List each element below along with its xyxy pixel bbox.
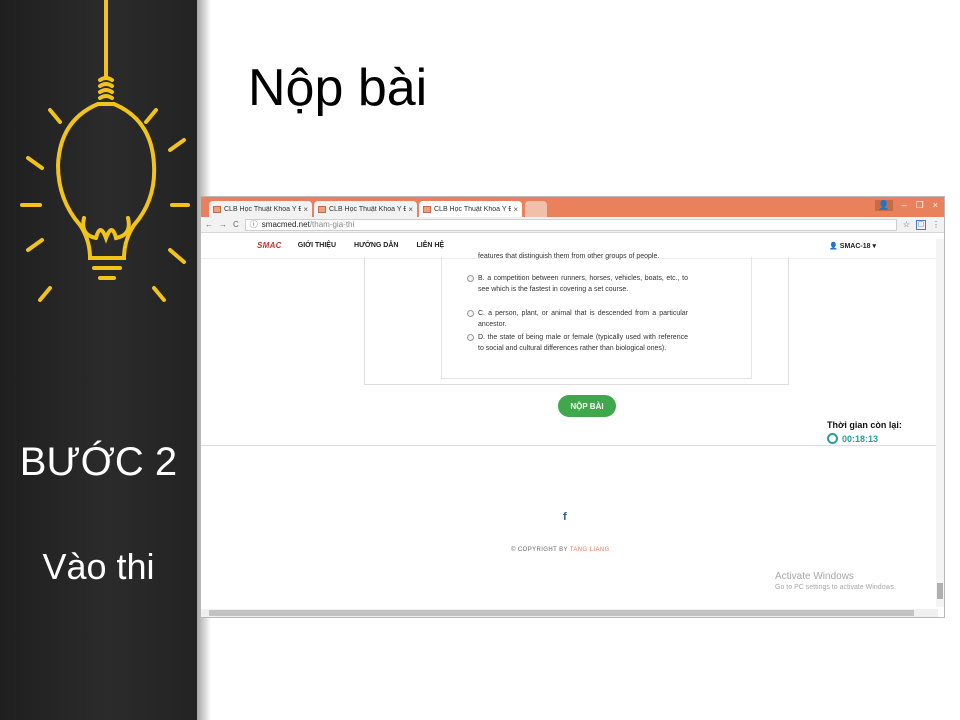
tab-title: CLB Học Thuật Khoa Y Đ — [329, 205, 407, 213]
address-bar: ← → C ⓘ smacmed.net/tham-gia-thi ☆ ▢ ⋮ — [201, 217, 944, 233]
browser-tab-active[interactable]: CLB Học Thuật Khoa Y Đ × — [419, 201, 522, 217]
horizontal-scrollbar[interactable] — [201, 609, 938, 617]
site-favicon-icon — [213, 205, 221, 213]
window-controls: 👤 – ❐ × — [875, 200, 938, 211]
scroll-thumb[interactable] — [937, 583, 943, 599]
option-d[interactable]: D. the state of being male or female (ty… — [467, 332, 688, 354]
vertical-scrollbar[interactable] — [936, 239, 944, 607]
radio-option-d[interactable] — [467, 334, 474, 341]
copyright-author[interactable]: TANG LIANG — [570, 547, 610, 553]
divider — [201, 445, 936, 446]
close-tab-icon[interactable]: × — [303, 205, 308, 214]
user-menu[interactable]: 👤 SMAC-18 ▾ — [829, 242, 876, 250]
timer-value: 00:18:13 — [842, 433, 879, 444]
site-favicon-icon — [423, 205, 431, 213]
url-path: /tham-gia-thi — [309, 220, 355, 229]
countdown-timer: 00:18:13 — [827, 433, 878, 444]
nav-lien-he[interactable]: LIÊN HỆ — [416, 242, 444, 249]
nav-huong-dan[interactable]: HƯỚNG DẪN — [354, 242, 398, 249]
site-logo[interactable]: SMAC — [257, 241, 282, 250]
option-c[interactable]: C. a person, plant, or animal that is de… — [467, 308, 688, 330]
close-tab-icon[interactable]: × — [513, 205, 518, 214]
option-d-text: D. the state of being male or female (ty… — [478, 334, 688, 352]
scroll-thumb[interactable] — [209, 610, 914, 616]
slide-title: Nộp bài — [248, 59, 428, 117]
watermark-title: Activate Windows — [775, 571, 854, 582]
radio-option-b[interactable] — [467, 275, 474, 282]
profile-icon[interactable]: 👤 — [875, 200, 893, 211]
alarm-clock-icon — [827, 433, 838, 444]
option-a-tail: features that distinguish them from othe… — [478, 253, 660, 260]
submit-button[interactable]: NỘP BÀI — [558, 395, 616, 417]
info-icon[interactable]: ⓘ — [250, 219, 258, 230]
left-panel: BƯỚC 2 Vào thi — [0, 0, 211, 720]
forward-icon[interactable]: → — [219, 220, 227, 229]
minimize-icon[interactable]: – — [902, 200, 907, 211]
tab-bar: CLB Học Thuật Khoa Y Đ × CLB Học Thuật K… — [201, 197, 944, 217]
activate-windows-watermark: Activate Windows Go to PC settings to ac… — [775, 571, 896, 591]
browser-window: CLB Học Thuật Khoa Y Đ × CLB Học Thuật K… — [200, 196, 945, 618]
close-window-icon[interactable]: × — [933, 200, 938, 211]
browser-tab[interactable]: CLB Học Thuật Khoa Y Đ × — [314, 201, 417, 217]
timer-label: Thời gian còn lại: — [827, 420, 902, 430]
question-card: features that distinguish them from othe… — [441, 253, 752, 379]
copyright-text: © COPYRIGHT BY — [511, 547, 568, 553]
copyright: © COPYRIGHT BY TANG LIANG — [511, 547, 610, 553]
facebook-icon[interactable]: f — [563, 511, 567, 523]
nav-gioi-thieu[interactable]: GIỚI THIỆU — [298, 242, 336, 249]
back-icon[interactable]: ← — [205, 220, 213, 229]
option-b-text: B. a competition between runners, horses… — [478, 275, 688, 293]
exam-page: features that distinguish them from othe… — [201, 253, 944, 599]
menu-icon[interactable]: ⋮ — [932, 220, 940, 229]
user-name: SMAC-18 — [839, 242, 871, 250]
option-b[interactable]: B. a competition between runners, horses… — [467, 273, 688, 295]
step-number: BƯỚC 2 — [19, 440, 178, 484]
radio-option-c[interactable] — [467, 310, 474, 317]
reload-icon[interactable]: C — [233, 220, 239, 229]
tab-title: CLB Học Thuật Khoa Y Đ — [434, 205, 512, 213]
tab-title: CLB Học Thuật Khoa Y Đ — [224, 205, 302, 213]
bookmark-star-icon[interactable]: ☆ — [903, 220, 910, 229]
light-bulb-icon — [20, 0, 190, 302]
question-panel: features that distinguish them from othe… — [364, 253, 789, 385]
extension-icon[interactable]: ▢ — [916, 219, 926, 230]
option-c-text: C. a person, plant, or animal that is de… — [478, 310, 688, 328]
new-tab-button[interactable] — [525, 201, 547, 217]
url-field[interactable]: ⓘ smacmed.net/tham-gia-thi — [244, 218, 897, 231]
maximize-icon[interactable]: ❐ — [916, 200, 924, 211]
site-favicon-icon — [318, 205, 326, 213]
browser-tab[interactable]: CLB Học Thuật Khoa Y Đ × — [209, 201, 312, 217]
step-name: Vào thi — [42, 546, 155, 587]
watermark-subtitle: Go to PC settings to activate Windows. — [775, 584, 896, 591]
close-tab-icon[interactable]: × — [408, 205, 413, 214]
url-host: smacmed.net — [261, 220, 310, 229]
